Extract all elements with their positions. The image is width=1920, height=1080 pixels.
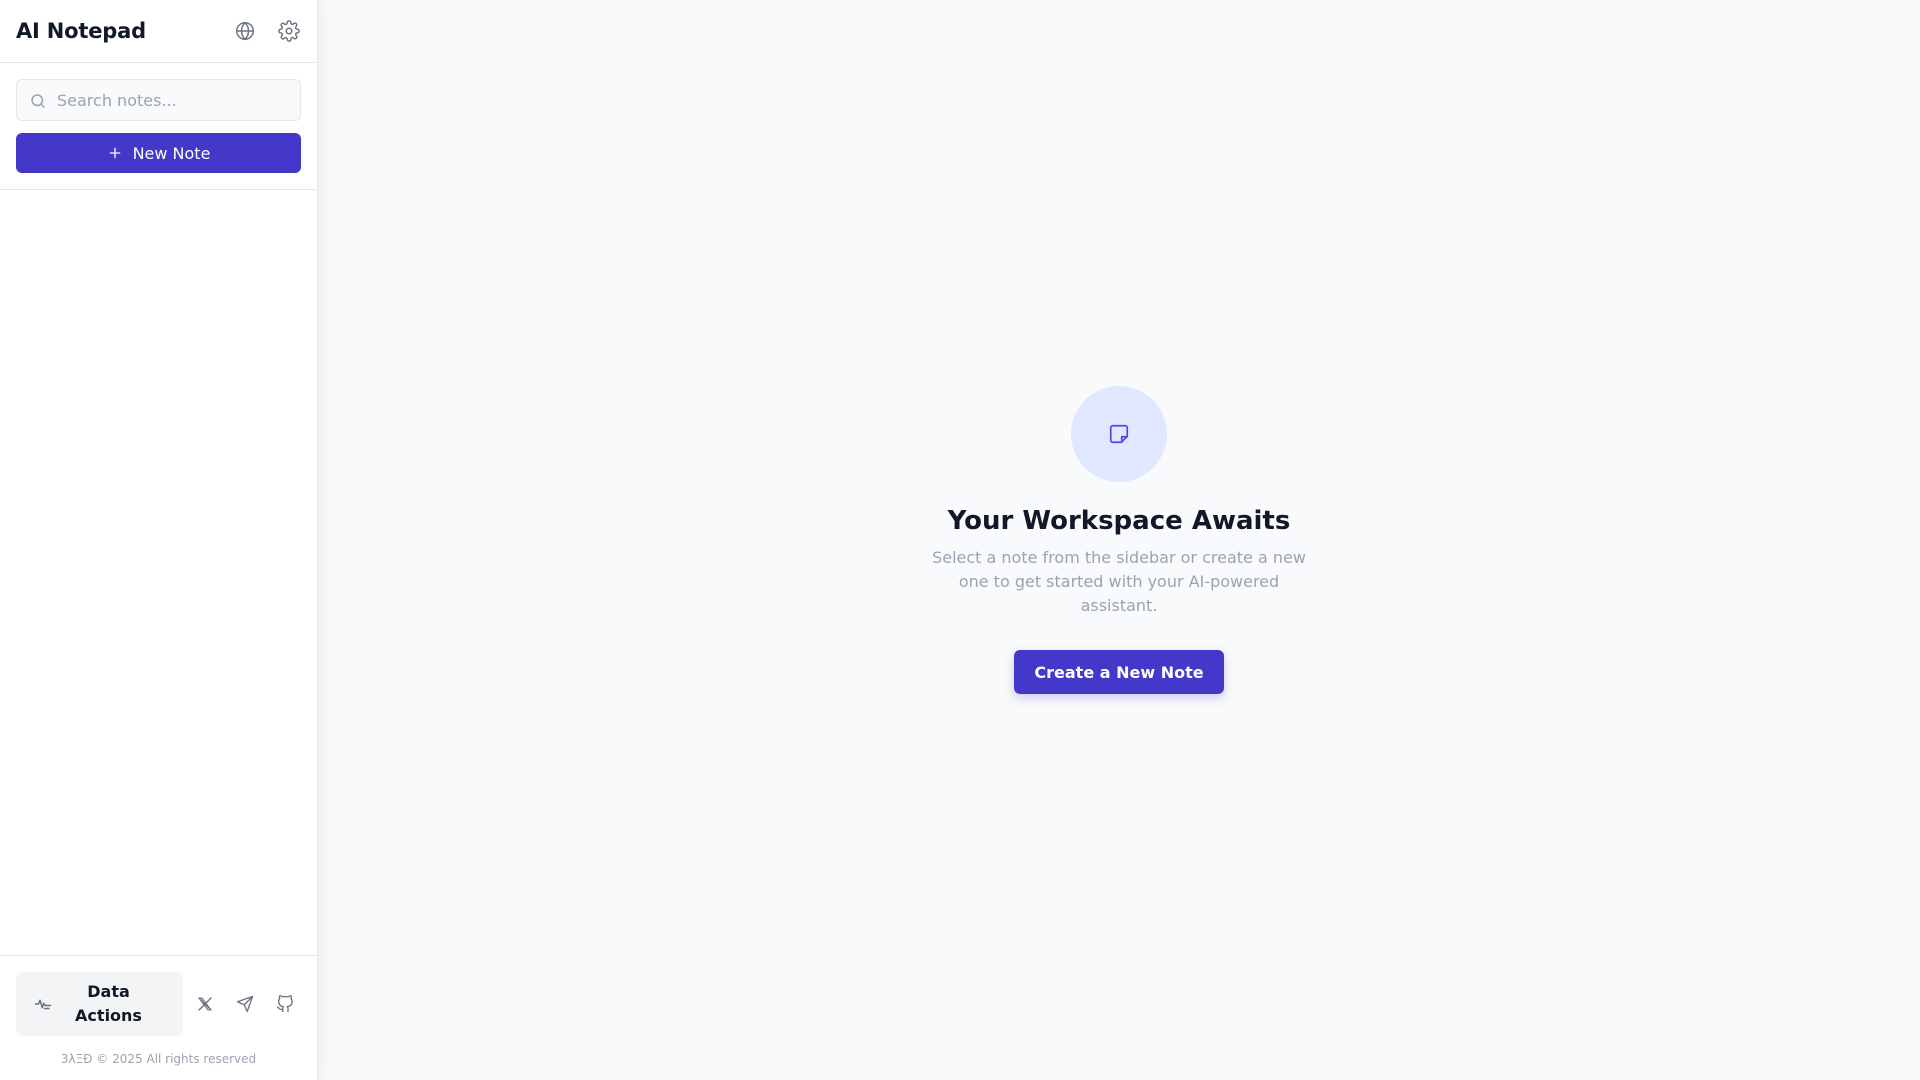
x-icon — [198, 997, 212, 1011]
copyright-text: 3λΞÐ © 2025 All rights reserved — [60, 1052, 257, 1066]
telegram-icon — [236, 995, 254, 1013]
app-title: AI Notepad — [16, 19, 146, 43]
sidebar-footer: Data Actions 3λΞÐ © 2025 All rights rese… — [0, 955, 317, 1080]
new-note-label: New Note — [132, 143, 211, 163]
search-icon — [29, 92, 47, 110]
language-button[interactable] — [229, 15, 261, 47]
sidebar: AI Notepad Search notes... New Note Data… — [0, 0, 318, 1080]
header-icons — [229, 15, 305, 47]
footer-actions: Data Actions — [16, 972, 301, 1036]
telegram-link[interactable] — [229, 988, 261, 1020]
search-box — [16, 79, 301, 121]
github-link[interactable] — [269, 988, 301, 1020]
main-content: Your Workspace Awaits Select a note from… — [318, 0, 1920, 1080]
data-actions-label: Data Actions — [75, 982, 142, 1025]
search-input[interactable] — [17, 80, 300, 120]
data-actions-button[interactable]: Data Actions — [16, 972, 183, 1036]
sidebar-controls: New Note — [0, 63, 317, 190]
sidebar-header: AI Notepad — [0, 0, 317, 63]
new-note-button[interactable]: New Note — [16, 133, 301, 173]
gear-icon — [278, 20, 300, 42]
app-root: AI Notepad Search notes... New Note Data… — [0, 0, 1920, 1080]
empty-state: Your Workspace Awaits Select a note from… — [923, 386, 1315, 694]
globe-icon — [236, 22, 254, 40]
sticky-note-icon — [1109, 424, 1129, 444]
plus-icon — [109, 147, 120, 159]
github-icon — [276, 995, 293, 1013]
activity-icon — [34, 999, 52, 1010]
empty-state-icon-circle — [1071, 386, 1167, 482]
empty-state-description: Select a note from the sidebar or create… — [932, 548, 1306, 615]
social-links — [189, 988, 301, 1020]
empty-state-title: Your Workspace Awaits — [947, 506, 1291, 536]
x-link[interactable] — [189, 988, 221, 1020]
notes-list — [0, 190, 317, 955]
create-note-button[interactable]: Create a New Note — [1014, 650, 1224, 694]
settings-button[interactable] — [273, 15, 305, 47]
